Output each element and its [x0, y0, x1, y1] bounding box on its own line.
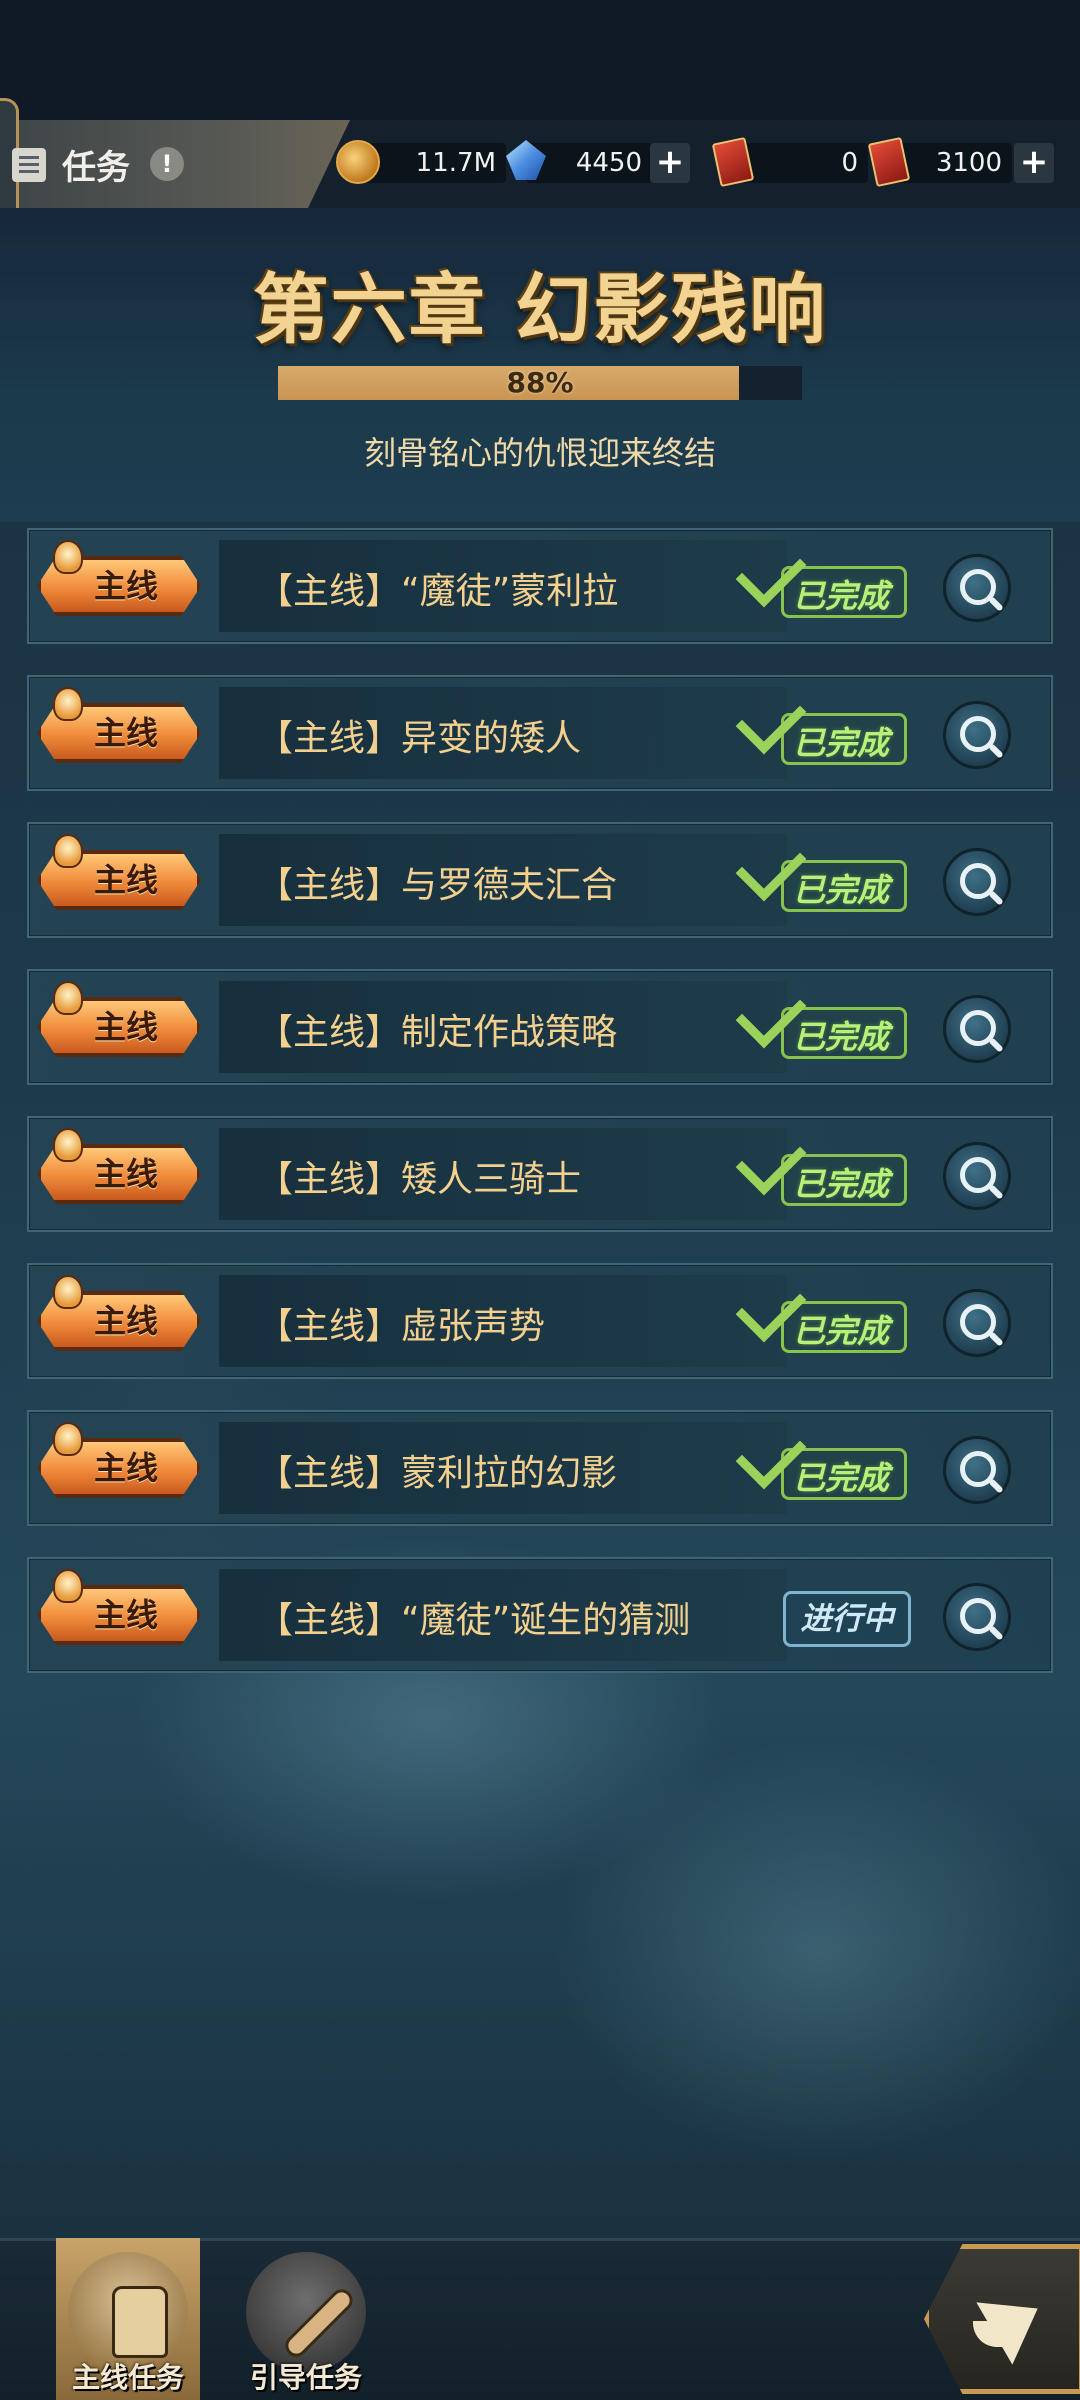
quest-name: 【主线】“魔徒”诞生的猜测 [257, 1600, 691, 1641]
status-label: 已完成 [793, 724, 890, 762]
info-icon[interactable]: ! [150, 147, 184, 181]
quest-row[interactable]: 主线 【主线】“魔徒”诞生的猜测 进行中 [27, 1557, 1053, 1673]
status-label: 已完成 [793, 1459, 890, 1497]
quest-log-icon [12, 148, 46, 182]
search-icon[interactable] [943, 848, 1011, 916]
crest-icon [53, 981, 83, 1015]
quest-name: 【主线】制定作战策略 [257, 1012, 618, 1053]
status-bar-area [0, 0, 1080, 120]
status-label: 已完成 [793, 871, 890, 909]
chapter-progress-bar: 88% [278, 366, 802, 400]
crest-icon [53, 687, 83, 721]
tab-main-quests-label: 主线任务 [71, 2361, 184, 2394]
ticket-amount: 0 [736, 143, 868, 183]
quest-row[interactable]: 主线 【主线】蒙利拉的幻影 已完成 [27, 1410, 1053, 1526]
tab-guide-quests[interactable]: 引导任务 [234, 2238, 378, 2400]
search-icon[interactable] [943, 1583, 1011, 1651]
status-label: 已完成 [793, 1312, 890, 1350]
bone-icon [246, 2252, 366, 2372]
search-icon[interactable] [943, 701, 1011, 769]
status-completed-badge: 已完成 [735, 683, 911, 767]
search-icon[interactable] [943, 995, 1011, 1063]
status-completed-badge: 已完成 [735, 1124, 911, 1208]
search-icon[interactable] [943, 1142, 1011, 1210]
quest-name: 【主线】蒙利拉的幻影 [257, 1453, 618, 1494]
search-icon[interactable] [943, 554, 1011, 622]
chapter-title: 第六章 幻影残响 [252, 265, 828, 354]
status-label: 已完成 [793, 1018, 890, 1056]
quest-name: 【主线】矮人三骑士 [257, 1159, 582, 1200]
status-label: 已完成 [793, 577, 890, 615]
coin-icon [336, 140, 380, 184]
status-label: 已完成 [793, 1165, 890, 1203]
add-crystal-button[interactable]: + [650, 143, 690, 183]
quest-name: 【主线】与罗德夫汇合 [257, 865, 618, 906]
search-icon[interactable] [943, 1436, 1011, 1504]
quest-row[interactable]: 主线 【主线】虚张声势 已完成 [27, 1263, 1053, 1379]
page-title: 任务 [62, 148, 130, 188]
search-icon[interactable] [943, 1289, 1011, 1357]
chapter-subtitle: 刻骨铭心的仇恨迎来终结 [363, 434, 716, 472]
status-in-progress-badge: 进行中 [783, 1591, 911, 1647]
add-points-button[interactable]: + [1014, 143, 1054, 183]
quest-name: 【主线】“魔徒”蒙利拉 [257, 571, 619, 612]
tab-guide-quests-label: 引导任务 [249, 2361, 362, 2394]
quest-row[interactable]: 主线 【主线】制定作战策略 已完成 [27, 969, 1053, 1085]
crest-icon [53, 1569, 83, 1603]
crest-icon [53, 834, 83, 868]
tab-main-quests[interactable]: 主线任务 [56, 2238, 200, 2400]
crest-icon [53, 540, 83, 574]
status-completed-badge: 已完成 [735, 977, 911, 1061]
points-amount: 3100 [892, 143, 1012, 183]
quest-row[interactable]: 主线 【主线】与罗德夫汇合 已完成 [27, 822, 1053, 938]
quest-row[interactable]: 主线 【主线】矮人三骑士 已完成 [27, 1116, 1053, 1232]
crest-icon [53, 1275, 83, 1309]
scroll-icon [68, 2252, 188, 2372]
quest-name: 【主线】异变的矮人 [257, 718, 582, 759]
status-completed-badge: 已完成 [735, 536, 911, 620]
status-completed-badge: 已完成 [735, 1418, 911, 1502]
quest-row[interactable]: 主线 【主线】“魔徒”蒙利拉 已完成 [27, 528, 1053, 644]
chapter-progress-label: 88% [506, 366, 574, 399]
crest-icon [53, 1128, 83, 1162]
status-completed-badge: 已完成 [735, 1271, 911, 1355]
quest-row[interactable]: 主线 【主线】异变的矮人 已完成 [27, 675, 1053, 791]
crest-icon [53, 1422, 83, 1456]
status-completed-badge: 已完成 [735, 830, 911, 914]
quest-name: 【主线】虚张声势 [257, 1306, 546, 1347]
crystal-amount: 4450 [526, 143, 652, 183]
